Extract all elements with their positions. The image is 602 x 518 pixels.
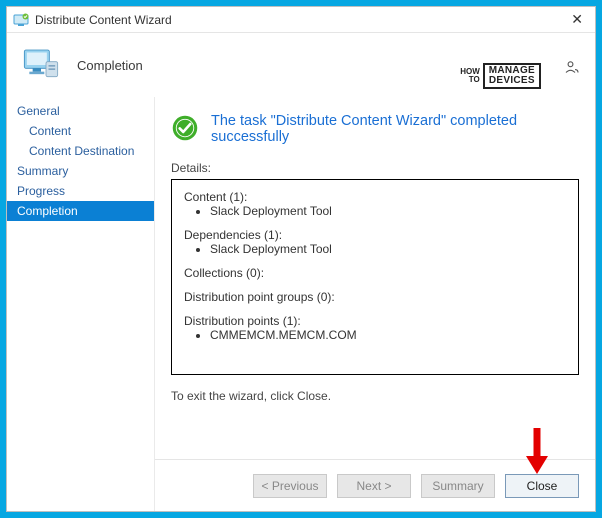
- sidebar-item-completion[interactable]: Completion: [7, 201, 154, 221]
- footer: < Previous Next > Summary Close: [155, 459, 595, 511]
- header: Completion HOW TO MANAGE DEVICES: [7, 33, 595, 97]
- sidebar-item-content-destination[interactable]: Content Destination: [7, 141, 154, 161]
- summary-button: Summary: [421, 474, 495, 498]
- details-heading: Distribution points (1):: [184, 314, 566, 328]
- details-group: Content (1):Slack Deployment Tool: [184, 190, 566, 218]
- details-heading: Distribution point groups (0):: [184, 290, 566, 304]
- previous-button: < Previous: [253, 474, 327, 498]
- watermark-text: DEVICES: [489, 75, 535, 86]
- details-label: Details:: [171, 161, 579, 175]
- sidebar: GeneralContentContent DestinationSummary…: [7, 97, 155, 511]
- watermark-text: TO: [469, 75, 480, 84]
- close-icon[interactable]: ✕: [565, 11, 589, 28]
- sidebar-item-summary[interactable]: Summary: [7, 161, 154, 181]
- details-heading: Dependencies (1):: [184, 228, 566, 242]
- details-list: Slack Deployment Tool: [184, 242, 566, 256]
- details-list-item: CMMEMCM.MEMCM.COM: [210, 328, 566, 342]
- sidebar-item-general[interactable]: General: [7, 101, 154, 121]
- titlebar: Distribute Content Wizard ✕: [7, 7, 595, 33]
- details-box[interactable]: Content (1):Slack Deployment ToolDepende…: [171, 179, 579, 375]
- computer-icon: [21, 45, 61, 85]
- details-list-item: Slack Deployment Tool: [210, 204, 566, 218]
- details-list-item: Slack Deployment Tool: [210, 242, 566, 256]
- next-button: Next >: [337, 474, 411, 498]
- details-heading: Content (1):: [184, 190, 566, 204]
- success-message: The task "Distribute Content Wizard" com…: [211, 113, 579, 145]
- details-group: Dependencies (1):Slack Deployment Tool: [184, 228, 566, 256]
- success-check-icon: [171, 114, 199, 145]
- close-button[interactable]: Close: [505, 474, 579, 498]
- sidebar-item-progress[interactable]: Progress: [7, 181, 154, 201]
- sidebar-item-content[interactable]: Content: [7, 121, 154, 141]
- details-list: Slack Deployment Tool: [184, 204, 566, 218]
- details-group: Collections (0):: [184, 266, 566, 280]
- content-area: The task "Distribute Content Wizard" com…: [155, 97, 595, 459]
- details-list: CMMEMCM.MEMCM.COM: [184, 328, 566, 342]
- page-title: Completion: [77, 58, 143, 73]
- person-icon: [563, 59, 581, 80]
- window-title: Distribute Content Wizard: [35, 13, 565, 27]
- exit-instruction: To exit the wizard, click Close.: [171, 389, 579, 403]
- details-group: Distribution points (1):CMMEMCM.MEMCM.CO…: [184, 314, 566, 342]
- watermark: HOW TO MANAGE DEVICES: [460, 63, 541, 89]
- app-icon: [13, 12, 29, 28]
- details-heading: Collections (0):: [184, 266, 566, 280]
- details-group: Distribution point groups (0):: [184, 290, 566, 304]
